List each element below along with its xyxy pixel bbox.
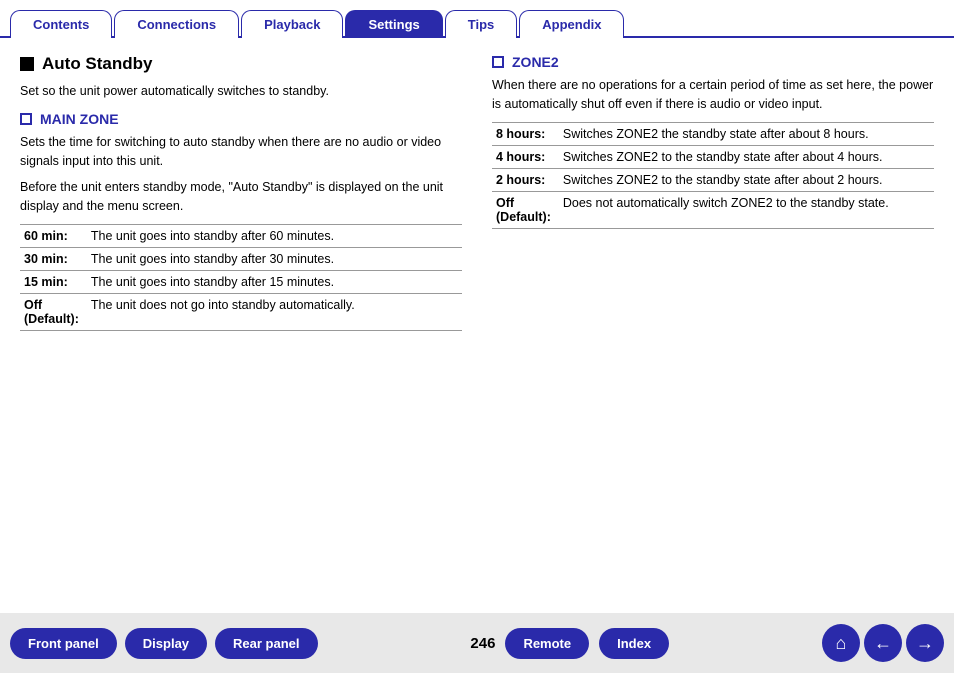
tab-appendix[interactable]: Appendix — [519, 10, 624, 38]
table-row: Off (Default):Does not automatically swi… — [492, 191, 934, 228]
table-value: Does not automatically switch ZONE2 to t… — [559, 191, 934, 228]
table-value: Switches ZONE2 to the standby state afte… — [559, 145, 934, 168]
zone2-desc: When there are no operations for a certa… — [492, 76, 934, 114]
section-title-icon — [20, 57, 34, 71]
table-value: Switches ZONE2 the standby state after a… — [559, 122, 934, 145]
right-column: ZONE2 When there are no operations for a… — [492, 54, 934, 331]
home-button[interactable]: ⌂ — [822, 624, 860, 662]
zone2-icon — [492, 56, 504, 68]
display-button[interactable]: Display — [125, 628, 207, 659]
front-panel-button[interactable]: Front panel — [10, 628, 117, 659]
table-label: Off (Default): — [20, 293, 87, 330]
auto-standby-title: Auto Standby — [20, 54, 462, 74]
rear-panel-button[interactable]: Rear panel — [215, 628, 317, 659]
zone2-title: ZONE2 — [492, 54, 934, 70]
table-row: 30 min:The unit goes into standby after … — [20, 247, 462, 270]
main-zone-table: 60 min:The unit goes into standby after … — [20, 224, 462, 331]
auto-standby-desc: Set so the unit power automatically swit… — [20, 82, 462, 101]
bottom-right: ⌂ ← → — [822, 624, 944, 662]
remote-button[interactable]: Remote — [505, 628, 589, 659]
content-area: Auto Standby Set so the unit power autom… — [0, 38, 954, 341]
table-row: 60 min:The unit goes into standby after … — [20, 224, 462, 247]
main-zone-title: MAIN ZONE — [20, 111, 462, 127]
bottom-center: 246 Remote Index — [470, 628, 669, 659]
tab-playback[interactable]: Playback — [241, 10, 343, 38]
table-row: Off (Default):The unit does not go into … — [20, 293, 462, 330]
index-button[interactable]: Index — [599, 628, 669, 659]
table-label: 15 min: — [20, 270, 87, 293]
page-number: 246 — [470, 635, 495, 652]
table-value: The unit goes into standby after 60 minu… — [87, 224, 462, 247]
table-row: 15 min:The unit goes into standby after … — [20, 270, 462, 293]
table-value: The unit goes into standby after 15 minu… — [87, 270, 462, 293]
table-label: 60 min: — [20, 224, 87, 247]
table-row: 8 hours:Switches ZONE2 the standby state… — [492, 122, 934, 145]
table-label: 30 min: — [20, 247, 87, 270]
main-zone-desc1: Sets the time for switching to auto stan… — [20, 133, 462, 171]
table-value: The unit does not go into standby automa… — [87, 293, 462, 330]
top-navigation: Contents Connections Playback Settings T… — [0, 0, 954, 38]
main-zone-desc2: Before the unit enters standby mode, "Au… — [20, 178, 462, 216]
bottom-left: Front panel Display Rear panel — [10, 628, 318, 659]
subsection-icon — [20, 113, 32, 125]
table-value: The unit goes into standby after 30 minu… — [87, 247, 462, 270]
zone2-table: 8 hours:Switches ZONE2 the standby state… — [492, 122, 934, 229]
table-row: 2 hours:Switches ZONE2 to the standby st… — [492, 168, 934, 191]
back-button[interactable]: ← — [864, 624, 902, 662]
table-row: 4 hours:Switches ZONE2 to the standby st… — [492, 145, 934, 168]
table-label: 4 hours: — [492, 145, 559, 168]
table-value: Switches ZONE2 to the standby state afte… — [559, 168, 934, 191]
table-label: Off (Default): — [492, 191, 559, 228]
forward-button[interactable]: → — [906, 624, 944, 662]
tab-contents[interactable]: Contents — [10, 10, 112, 38]
left-column: Auto Standby Set so the unit power autom… — [20, 54, 462, 331]
bottom-bar: Front panel Display Rear panel 246 Remot… — [0, 613, 954, 673]
tab-settings[interactable]: Settings — [345, 10, 442, 38]
table-label: 8 hours: — [492, 122, 559, 145]
tab-tips[interactable]: Tips — [445, 10, 518, 38]
table-label: 2 hours: — [492, 168, 559, 191]
tab-connections[interactable]: Connections — [114, 10, 239, 38]
